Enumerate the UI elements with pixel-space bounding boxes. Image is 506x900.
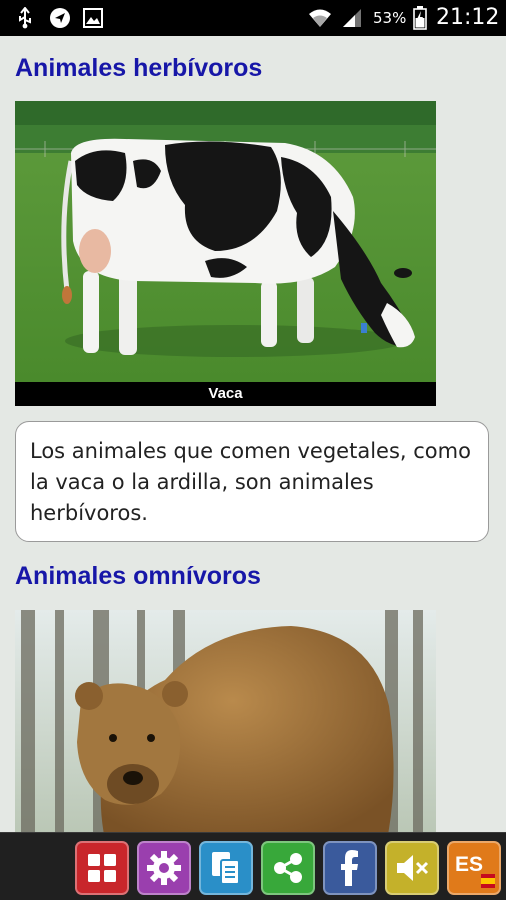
status-bar: 53% 21:12: [0, 0, 506, 36]
usb-icon: [14, 6, 36, 30]
gear-icon: [147, 851, 181, 885]
description-box: Los animales que comen vegetales, como l…: [15, 421, 489, 542]
image-caption: Vaca: [15, 382, 436, 406]
bear-picture: [15, 610, 436, 832]
language-code: ES: [455, 853, 484, 876]
cow-picture: [15, 101, 436, 382]
bottom-toolbar: ES: [0, 832, 506, 900]
wifi-icon: [307, 6, 333, 30]
bear-image: [15, 610, 436, 832]
menu-grid-button[interactable]: [75, 841, 129, 895]
image-icon: [82, 6, 104, 30]
language-button[interactable]: ES: [447, 841, 501, 895]
copy-button[interactable]: [199, 841, 253, 895]
mute-button[interactable]: [385, 841, 439, 895]
clock: 21:12: [436, 5, 500, 30]
settings-button[interactable]: [137, 841, 191, 895]
speaker-mute-icon: [397, 855, 429, 881]
battery-icon: [412, 6, 428, 30]
share-icon: [274, 853, 302, 883]
battery-percent: 53%: [373, 9, 407, 27]
copy-icon: [212, 852, 240, 885]
cow-image: Vaca: [15, 101, 436, 406]
section-heading-herbivores: Animales herbívoros: [15, 54, 263, 82]
share-button[interactable]: [261, 841, 315, 895]
facebook-button[interactable]: [323, 841, 377, 895]
spain-flag-icon: [481, 874, 495, 888]
content-area[interactable]: Animales herbívoros Vaca Los animales qu…: [0, 36, 506, 832]
navigation-icon: [48, 6, 72, 30]
section-heading-omnivores: Animales omnívoros: [15, 562, 261, 590]
signal-icon: [340, 6, 364, 30]
facebook-icon: [341, 850, 358, 886]
grid-icon: [88, 854, 116, 882]
